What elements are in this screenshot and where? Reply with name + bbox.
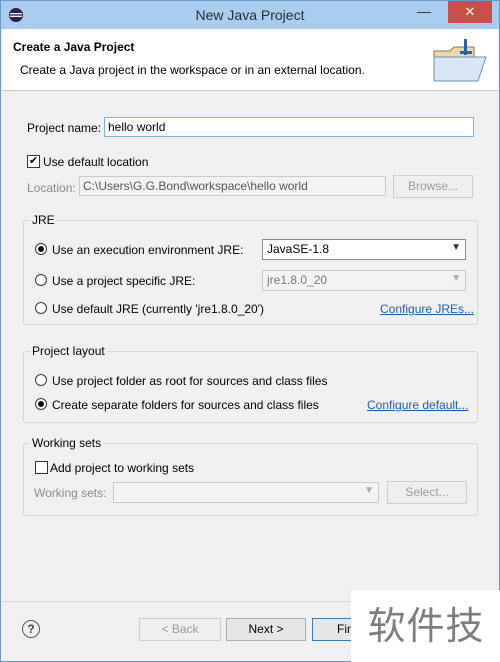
help-icon[interactable]: ? — [22, 620, 40, 638]
project-root-label: Use project folder as root for sources a… — [52, 374, 328, 388]
configure-jres-link[interactable]: Configure JREs... — [380, 302, 474, 316]
chevron-down-icon: ▼ — [364, 485, 374, 496]
add-to-working-sets-checkbox[interactable] — [35, 461, 48, 474]
project-specific-label: Use a project specific JRE: — [52, 274, 196, 288]
project-layout-title: Project layout — [30, 344, 107, 358]
working-sets-select[interactable]: ▼ — [113, 482, 379, 503]
next-button[interactable]: Next > — [226, 618, 306, 641]
chevron-down-icon: ▼ — [451, 242, 461, 253]
wizard-title: Create a Java Project — [13, 40, 135, 54]
title-bar[interactable]: New Java Project — ✕ — [1, 1, 499, 29]
default-jre-label: Use default JRE (currently 'jre1.8.0_20'… — [52, 302, 265, 316]
location-label: Location: — [27, 181, 76, 195]
add-to-working-sets-label: Add project to working sets — [50, 461, 195, 475]
close-button[interactable]: ✕ — [448, 1, 492, 23]
wizard-body: Project name: hello world ✔ Use default … — [2, 92, 498, 598]
jre-group-title: JRE — [30, 213, 57, 227]
use-default-location-checkbox[interactable]: ✔ — [27, 155, 40, 168]
browse-button[interactable]: Browse... — [393, 175, 473, 198]
java-folder-icon — [433, 39, 487, 82]
project-specific-select[interactable]: jre1.8.0_20 ▼ — [262, 270, 466, 291]
radio-project-specific[interactable] — [35, 274, 47, 286]
configure-default-link[interactable]: Configure default... — [367, 398, 468, 412]
separate-folders-label: Create separate folders for sources and … — [52, 398, 319, 412]
project-layout-group: Project layout Use project folder as roo… — [23, 344, 478, 423]
new-java-project-window: New Java Project — ✕ Create a Java Proje… — [0, 0, 500, 662]
working-sets-group: Working sets Add project to working sets… — [23, 436, 478, 516]
radio-separate-folders[interactable] — [35, 398, 47, 410]
radio-project-root[interactable] — [35, 374, 47, 386]
jre-group: JRE Use an execution environment JRE: Ja… — [23, 213, 478, 325]
watermark-overlay: 软件技巧 — [351, 590, 500, 662]
wizard-header: Create a Java Project Create a Java proj… — [2, 29, 498, 91]
radio-execution-env[interactable] — [35, 243, 47, 255]
select-working-sets-button[interactable]: Select... — [387, 481, 467, 504]
execution-env-label: Use an execution environment JRE: — [52, 243, 244, 257]
project-specific-value: jre1.8.0_20 — [267, 273, 328, 287]
location-input[interactable]: C:\Users\G.G.Bond\workspace\hello world — [79, 176, 386, 196]
radio-default-jre[interactable] — [35, 302, 47, 314]
working-sets-label: Working sets: — [34, 486, 107, 500]
project-name-input[interactable]: hello world — [104, 117, 474, 137]
execution-env-value: JavaSE-1.8 — [267, 242, 330, 256]
execution-env-select[interactable]: JavaSE-1.8 ▼ — [262, 239, 466, 260]
back-button[interactable]: < Back — [139, 618, 221, 641]
wizard-description: Create a Java project in the workspace o… — [20, 63, 365, 77]
chevron-down-icon: ▼ — [451, 273, 461, 284]
project-name-label: Project name: — [27, 121, 102, 135]
minimize-button[interactable]: — — [412, 1, 436, 23]
working-sets-title: Working sets — [30, 436, 104, 450]
use-default-location-label: Use default location — [43, 155, 149, 169]
